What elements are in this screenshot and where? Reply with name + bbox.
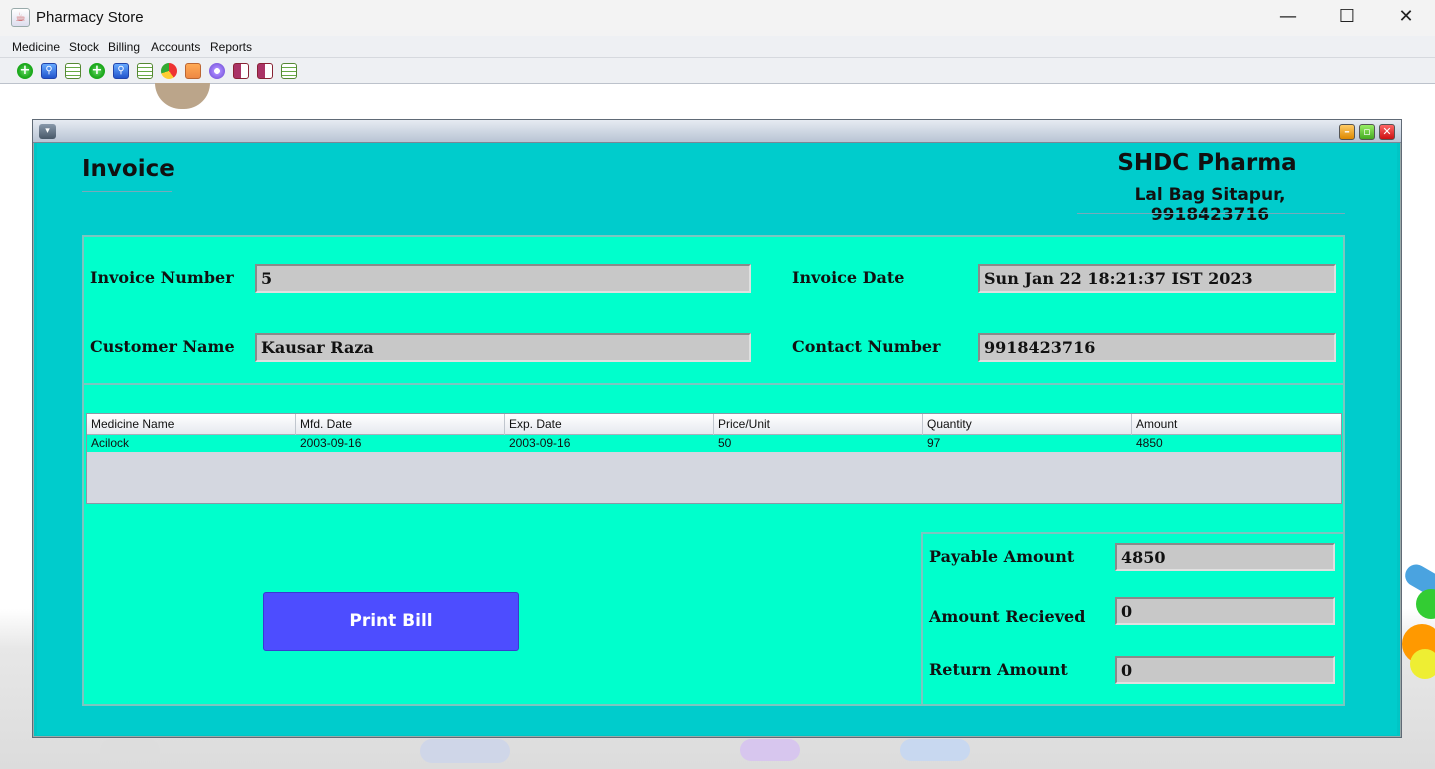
- search-medicine-icon[interactable]: ⚲: [41, 63, 57, 79]
- pill-decoration: [1410, 649, 1435, 679]
- menu-stock[interactable]: Stock: [69, 40, 99, 54]
- minimize-button[interactable]: —: [1259, 0, 1317, 36]
- menu-billing[interactable]: Billing: [108, 40, 140, 54]
- col-medicine-name[interactable]: Medicine Name: [87, 414, 296, 435]
- invoice-internal-frame: ▾ – ▫ ✕ Invoice SHDC Pharma Lal Bag Sita…: [32, 119, 1402, 738]
- address-underline: [1077, 213, 1345, 214]
- menu-medicine[interactable]: Medicine: [12, 40, 60, 54]
- cell-mfd-date: 2003-09-16: [300, 436, 362, 450]
- amount-received-label: Amount Recieved: [929, 607, 1086, 626]
- invoice-date-label: Invoice Date: [792, 268, 905, 287]
- pill-decoration: [900, 739, 970, 761]
- customer-name-field[interactable]: Kausar Raza: [255, 333, 751, 362]
- close-button[interactable]: ✕: [1377, 0, 1435, 36]
- pill-decoration: [1416, 589, 1435, 619]
- invoice-content: Invoice SHDC Pharma Lal Bag Sitapur, 991…: [37, 143, 1397, 735]
- col-price-unit[interactable]: Price/Unit: [714, 414, 923, 435]
- payable-amount-field[interactable]: 4850: [1115, 543, 1335, 571]
- menu-reports[interactable]: Reports: [210, 40, 252, 54]
- toolbar: + ⚲ + ⚲: [0, 58, 1435, 84]
- cell-exp-date: 2003-09-16: [509, 436, 571, 450]
- contact-number-label: Contact Number: [792, 337, 941, 356]
- col-exp-date[interactable]: Exp. Date: [505, 414, 714, 435]
- purple-circle-icon[interactable]: [209, 63, 225, 79]
- payable-amount-label: Payable Amount: [929, 547, 1075, 566]
- search-stock-icon[interactable]: ⚲: [113, 63, 129, 79]
- col-mfd-date[interactable]: Mfd. Date: [296, 414, 505, 435]
- invoice-date-field[interactable]: Sun Jan 22 18:21:37 IST 2023: [978, 264, 1336, 293]
- frame-menu-icon[interactable]: ▾: [39, 124, 56, 139]
- frame-maximize-icon[interactable]: ▫: [1359, 124, 1375, 140]
- invoice-number-field[interactable]: 5: [255, 264, 751, 293]
- pill-decoration: [100, 739, 160, 761]
- col-amount[interactable]: Amount: [1132, 414, 1341, 435]
- menu-accounts[interactable]: Accounts: [151, 40, 200, 54]
- shop-address: Lal Bag Sitapur, 9918423716: [1134, 185, 1286, 225]
- window-title: Pharmacy Store: [36, 9, 144, 26]
- contact-number-field[interactable]: 9918423716: [978, 333, 1336, 362]
- shop-name: SHDC Pharma: [1117, 150, 1297, 176]
- report-grid-icon[interactable]: [281, 63, 297, 79]
- java-app-icon: ☕: [11, 8, 30, 27]
- pie-chart-icon[interactable]: [161, 63, 177, 79]
- invoice-number-label: Invoice Number: [90, 268, 234, 287]
- frame-minimize-icon[interactable]: –: [1339, 124, 1355, 140]
- book-icon[interactable]: [233, 63, 249, 79]
- menu-bar: Medicine Stock Billing Accounts Reports: [0, 36, 1435, 58]
- pill-decoration: [155, 83, 210, 109]
- maximize-button[interactable]: ☐: [1318, 0, 1376, 36]
- table-header: Medicine Name Mfd. Date Exp. Date Price/…: [87, 414, 1341, 435]
- pill-decoration: [420, 739, 510, 763]
- view-medicine-grid-icon[interactable]: [65, 63, 81, 79]
- cell-amount: 4850: [1136, 436, 1163, 450]
- cell-medicine-name: Acilock: [91, 436, 130, 450]
- customer-name-label: Customer Name: [90, 337, 235, 356]
- invoice-details-panel: Invoice Number 5 Invoice Date Sun Jan 22…: [82, 235, 1345, 385]
- amount-received-field[interactable]: 0: [1115, 597, 1335, 625]
- cell-quantity: 97: [927, 436, 941, 450]
- amount-panel: Payable Amount 4850 Amount Recieved 0 Re…: [921, 532, 1345, 706]
- chart-icon[interactable]: [185, 63, 201, 79]
- return-amount-label: Return Amount: [929, 660, 1068, 679]
- internal-frame-titlebar: ▾ – ▫ ✕: [33, 120, 1401, 143]
- medicine-table[interactable]: Medicine Name Mfd. Date Exp. Date Price/…: [86, 413, 1342, 504]
- pill-decoration: [740, 739, 800, 761]
- frame-close-icon[interactable]: ✕: [1379, 124, 1395, 140]
- return-amount-field[interactable]: 0: [1115, 656, 1335, 684]
- add-medicine-icon[interactable]: +: [17, 63, 33, 79]
- title-bar: ☕ Pharmacy Store — ☐ ✕: [0, 0, 1435, 36]
- col-quantity[interactable]: Quantity: [923, 414, 1132, 435]
- add-stock-icon[interactable]: +: [89, 63, 105, 79]
- view-stock-grid-icon[interactable]: [137, 63, 153, 79]
- title-underline: [82, 191, 172, 192]
- cell-price-unit: 50: [718, 436, 732, 450]
- print-bill-button[interactable]: Print Bill: [263, 592, 519, 651]
- table-row[interactable]: Acilock 2003-09-16 2003-09-16 50 97 4850: [87, 435, 1341, 452]
- book-icon[interactable]: [257, 63, 273, 79]
- page-title: Invoice: [82, 156, 175, 182]
